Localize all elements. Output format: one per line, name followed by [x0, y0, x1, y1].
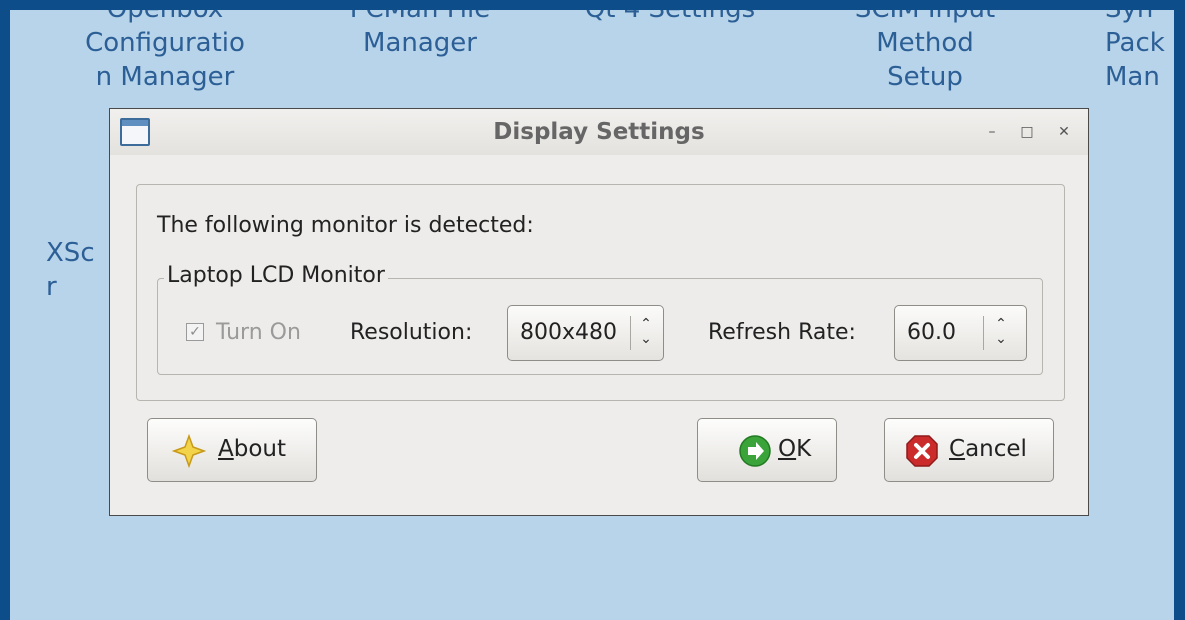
combo-separator	[630, 316, 631, 350]
turn-on-label: Turn On	[216, 320, 301, 345]
monitor-group: The following monitor is detected: Lapto…	[136, 184, 1065, 401]
detected-text: The following monitor is detected:	[157, 213, 534, 238]
chevron-updown-icon: ⌃ ⌄	[640, 316, 652, 347]
cancel-button[interactable]: Cancel	[884, 418, 1054, 482]
about-mnemonic: A	[218, 436, 234, 462]
desktop-icon-scim-setup[interactable]: SCIM Input Method Setup	[810, 10, 1040, 94]
refresh-rate-select[interactable]: 60.0 ⌃ ⌄	[894, 305, 1027, 361]
cancel-label: Cancel	[949, 436, 1027, 462]
resolution-value: 800x480	[520, 320, 618, 345]
title-bar[interactable]: Display Settings – □ ✕	[110, 109, 1088, 155]
monitor-frame: Laptop LCD Monitor ✓ Turn On Resolution:…	[157, 263, 1043, 375]
ok-mnemonic: O	[778, 436, 797, 462]
about-button[interactable]: About	[147, 418, 317, 482]
ok-button[interactable]: OK	[697, 418, 837, 482]
close-icon[interactable]: ✕	[1053, 121, 1075, 143]
cancel-x-icon	[906, 435, 938, 467]
cancel-mnemonic: C	[949, 436, 966, 462]
resolution-label: Resolution:	[350, 320, 473, 345]
ok-label: OK	[778, 436, 812, 462]
turn-on-checkbox[interactable]: ✓	[186, 323, 204, 341]
refresh-rate-value: 60.0	[907, 320, 956, 345]
about-label: About	[218, 436, 287, 462]
maximize-icon[interactable]: □	[1016, 121, 1038, 143]
chevron-updown-icon: ⌃ ⌄	[995, 316, 1007, 347]
combo-separator	[983, 316, 984, 350]
desktop-icon-synaptic[interactable]: Syn Pack Man	[1105, 10, 1174, 94]
minimize-icon[interactable]: –	[981, 121, 1003, 143]
monitor-frame-label: Laptop LCD Monitor	[164, 263, 388, 288]
resolution-select[interactable]: 800x480 ⌃ ⌄	[507, 305, 664, 361]
desktop-icon-openbox-config[interactable]: Openbox Configuratio n Manager	[45, 10, 285, 94]
refresh-rate-label: Refresh Rate:	[708, 320, 856, 345]
display-settings-window: Display Settings – □ ✕ The following mon…	[109, 108, 1089, 516]
desktop-icon-qt4-settings[interactable]: Qt 4 Settings	[550, 10, 790, 26]
desktop-icon-pcman-file-manager[interactable]: PCMan File Manager	[310, 10, 530, 60]
star-icon	[172, 434, 206, 468]
window-title: Display Settings	[493, 119, 705, 145]
ok-arrow-icon	[739, 435, 771, 467]
